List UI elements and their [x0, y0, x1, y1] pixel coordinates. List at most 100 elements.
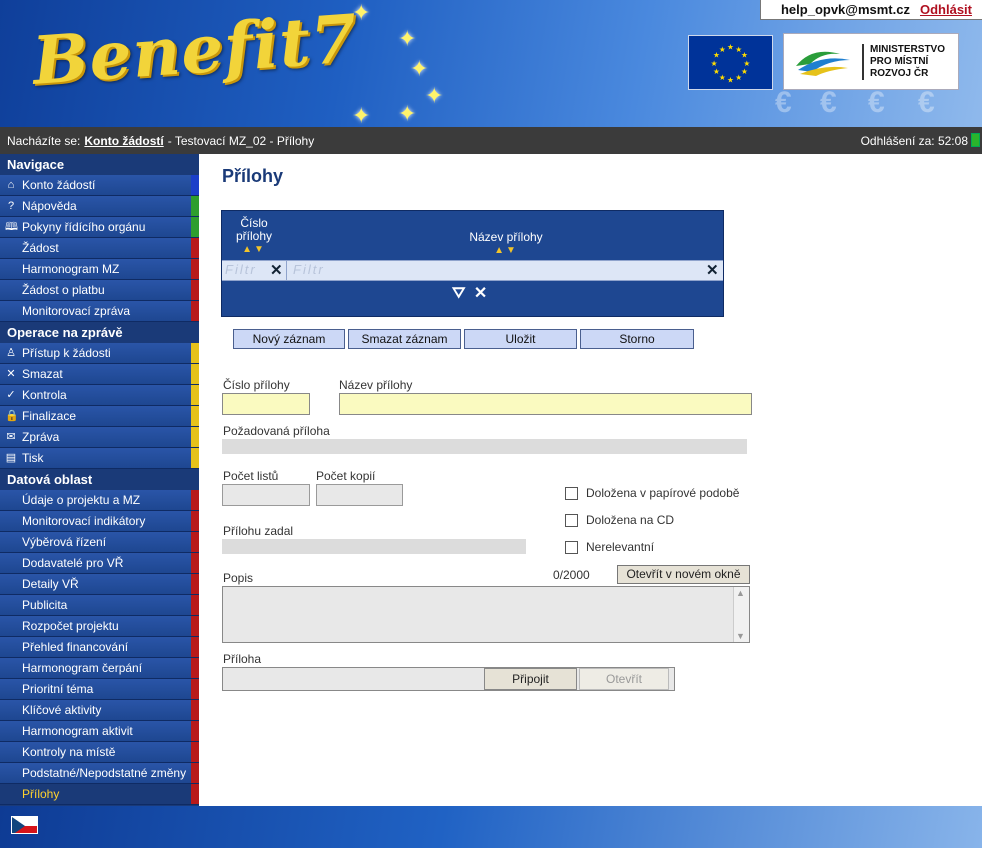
czech-flag-icon[interactable]: [11, 816, 38, 834]
cislo-input[interactable]: [222, 393, 310, 415]
status-marker: [191, 406, 199, 426]
sidebar-item[interactable]: Dodavatelé pro VŘ: [0, 553, 199, 574]
sidebar-item[interactable]: Údaje o projektu a MZ: [0, 490, 199, 511]
sidebar-item[interactable]: Klíčové aktivity: [0, 700, 199, 721]
save-button[interactable]: Uložit: [464, 329, 577, 349]
filter-icon[interactable]: ⛛: [452, 285, 465, 302]
sidebar-item-label: Konto žádostí: [22, 178, 96, 192]
star-icon: ✦: [398, 101, 417, 126]
clear-all-filters-icon[interactable]: ✕: [474, 285, 487, 302]
zadal-label: Přílohu zadal: [223, 524, 294, 538]
sidebar-section-title: Datová oblast: [0, 469, 199, 490]
sidebar-item[interactable]: ▤ Tisk: [0, 448, 199, 469]
sidebar-item[interactable]: Monitorovací indikátory: [0, 511, 199, 532]
sidebar-item[interactable]: Publicita: [0, 595, 199, 616]
help-icon: ?: [7, 200, 15, 212]
star-icon: ✦: [352, 103, 371, 127]
sidebar-item[interactable]: Podstatné/Nepodstatné změny: [0, 763, 199, 784]
status-marker: [191, 301, 199, 321]
new-record-button[interactable]: Nový záznam: [233, 329, 345, 349]
sidebar-item-label: Žádost: [22, 241, 59, 255]
sidebar-item[interactable]: Monitorovací zpráva: [0, 301, 199, 322]
breadcrumb-prefix: Nacházíte se:: [7, 133, 81, 148]
svg-text:★: ★: [713, 67, 720, 76]
user-icon: ♙: [6, 347, 16, 359]
filter-input-nazev[interactable]: Filtr: [290, 262, 690, 280]
clear-filter-icon[interactable]: ✕: [706, 261, 719, 281]
popis-label: Popis: [223, 571, 254, 585]
sidebar-item[interactable]: Detaily VŘ: [0, 574, 199, 595]
sidebar-item[interactable]: Výběrová řízení: [0, 532, 199, 553]
sidebar-item[interactable]: 🔒 Finalizace: [0, 406, 199, 427]
sidebar-item[interactable]: 🕮 Pokyny řídícího orgánu: [0, 217, 199, 238]
sidebar-item-label: Rozpočet projektu: [22, 619, 119, 633]
sidebar-item[interactable]: Rozpočet projektu: [0, 616, 199, 637]
status-marker: [191, 637, 199, 657]
sidebar-item[interactable]: Harmonogram čerpání: [0, 658, 199, 679]
open-new-window-button[interactable]: Otevřít v novém okně: [617, 565, 750, 584]
sidebar-item-label: Finalizace: [22, 409, 77, 423]
attach-button[interactable]: Připojit: [484, 668, 577, 690]
sort-arrows-icon[interactable]: ▲▼: [222, 243, 286, 256]
sidebar-item[interactable]: ✓ Kontrola: [0, 385, 199, 406]
status-marker: [191, 679, 199, 699]
listu-input[interactable]: [222, 484, 310, 506]
nazev-input[interactable]: [339, 393, 752, 415]
nerelevantni-checkbox[interactable]: [565, 541, 578, 554]
delete-icon: ✕: [6, 368, 16, 380]
svg-text:★: ★: [711, 59, 718, 68]
sidebar-item[interactable]: ♙ Přístup k žádosti: [0, 343, 199, 364]
delete-record-button[interactable]: Smazat záznam: [348, 329, 461, 349]
sidebar-item[interactable]: Harmonogram MZ: [0, 259, 199, 280]
scroll-down-icon[interactable]: ▼: [736, 631, 745, 641]
clear-filter-icon[interactable]: ✕: [270, 261, 283, 281]
sidebar-item-label: Žádost o platbu: [22, 283, 105, 297]
grid-filter-row: Filtr ✕ Filtr ✕: [222, 260, 723, 281]
sidebar-item[interactable]: ⌂ Konto žádostí: [0, 175, 199, 196]
grid-header-nazev[interactable]: Název přílohy ▲▼: [288, 231, 724, 257]
sidebar-item-label: Prioritní téma: [22, 682, 94, 696]
sidebar-item[interactable]: ? Nápověda: [0, 196, 199, 217]
sidebar-item[interactable]: Žádost o platbu: [0, 280, 199, 301]
user-email: help_opvk@msmt.cz: [780, 2, 910, 17]
sidebar-item-label: Monitorovací zpráva: [22, 304, 131, 318]
popis-textarea[interactable]: ▲ ▼: [222, 586, 750, 643]
status-marker: [191, 217, 199, 237]
sidebar-item[interactable]: ✉ Zpráva: [0, 427, 199, 448]
filter-divider: [286, 261, 287, 280]
sidebar-item[interactable]: ✕ Smazat: [0, 364, 199, 385]
status-marker: [191, 175, 199, 195]
sidebar-item[interactable]: Přílohy: [0, 784, 199, 805]
status-marker: [191, 742, 199, 762]
status-marker: [191, 343, 199, 363]
sidebar-item[interactable]: Prioritní téma: [0, 679, 199, 700]
ministry-name: MINISTERSTVO PRO MÍSTNÍ ROZVOJ ČR: [862, 43, 945, 80]
filter-input-cislo[interactable]: Filtr: [222, 262, 270, 280]
scroll-up-icon[interactable]: ▲: [736, 588, 745, 598]
sidebar-item[interactable]: Harmonogram aktivit: [0, 721, 199, 742]
cd-checkbox[interactable]: [565, 514, 578, 527]
pozadovana-label: Požadovaná příloha: [223, 424, 330, 438]
status-marker: [191, 532, 199, 552]
logout-link[interactable]: Odhlásit: [920, 2, 972, 17]
listu-label: Počet listů: [223, 469, 279, 483]
status-marker: [191, 721, 199, 741]
popis-counter: 0/2000: [553, 568, 590, 582]
header-banner: Benefit7 ✦ ✦ ✦ ✦ ✦ ✦ € € € € help_opvk@m…: [0, 0, 982, 127]
grid-header-cislo[interactable]: Číslo přílohy ▲▼: [222, 217, 286, 256]
breadcrumb-link-konto[interactable]: Konto žádostí: [84, 134, 163, 148]
sidebar-item-label: Přehled financování: [22, 640, 129, 654]
sidebar-item-label: Údaje o projektu a MZ: [22, 493, 141, 507]
status-marker: [191, 427, 199, 447]
sidebar-item-label: Detaily VŘ: [22, 577, 79, 591]
sort-arrows-icon[interactable]: ▲▼: [288, 244, 724, 257]
ministry-logo: MINISTERSTVO PRO MÍSTNÍ ROZVOJ ČR: [783, 33, 959, 90]
papir-checkbox[interactable]: [565, 487, 578, 500]
sidebar-item[interactable]: Přehled financování: [0, 637, 199, 658]
sidebar-item[interactable]: Kontroly na místě: [0, 742, 199, 763]
attachments-grid: Číslo přílohy ▲▼ Název přílohy ▲▼ Filtr …: [221, 210, 724, 317]
kopii-input[interactable]: [316, 484, 403, 506]
cancel-button[interactable]: Storno: [580, 329, 694, 349]
sidebar-item[interactable]: Žádost: [0, 238, 199, 259]
popis-scrollbar[interactable]: ▲ ▼: [733, 587, 749, 642]
